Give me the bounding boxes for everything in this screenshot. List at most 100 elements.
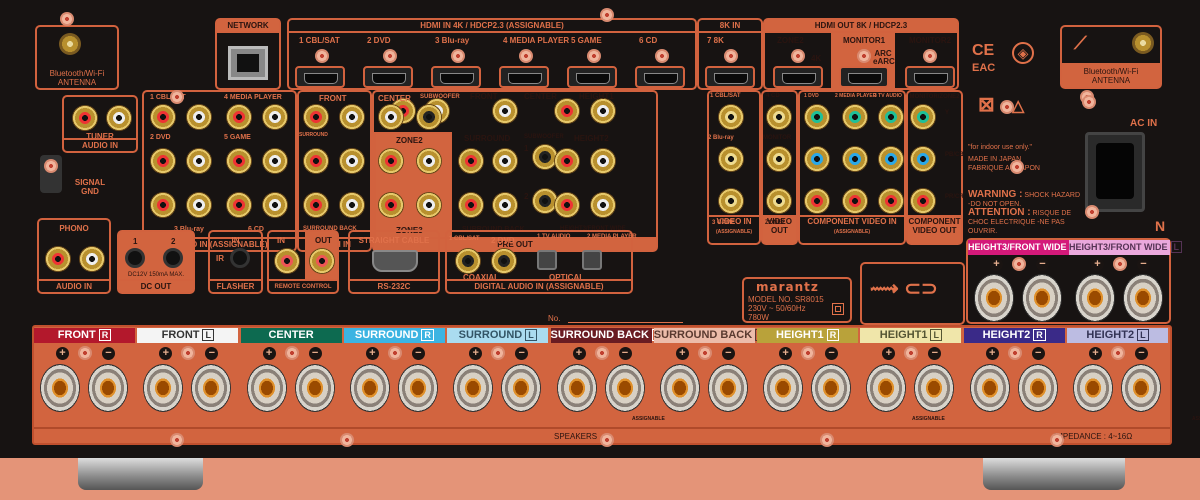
pre-out-jack[interactable] [492,148,518,174]
speaker-minus-terminal[interactable] [397,364,438,412]
component-out-jack[interactable] [910,104,936,130]
optical-2-port[interactable] [582,250,602,270]
audio-in-l-jack[interactable] [262,192,288,218]
component-out-jack[interactable] [910,146,936,172]
hdmi-out-port[interactable] [839,66,889,88]
audio-in-l-jack[interactable] [186,104,212,130]
speaker-plus-terminal[interactable] [974,274,1014,322]
component-out-jack[interactable] [910,188,936,214]
speaker-minus-terminal[interactable] [604,364,645,412]
speaker-plus-terminal[interactable] [453,364,494,412]
audio-in-l-jack[interactable] [262,104,288,130]
pre-out-jack[interactable] [458,148,484,174]
speaker-plus-terminal[interactable] [969,364,1010,412]
audio-in-r-jack[interactable] [150,148,176,174]
hdmi-in-port[interactable] [431,66,481,88]
phono-r-jack[interactable] [45,246,71,272]
hdmi-8k-port[interactable] [705,66,755,88]
hdmi-in-port[interactable] [295,66,345,88]
speaker-minus-terminal[interactable] [1121,364,1161,412]
hdmi-out-port[interactable] [773,66,823,88]
pre-out-jack[interactable] [458,192,484,218]
audio-in-l-jack[interactable] [186,148,212,174]
7-1ch-l-jack[interactable] [339,192,365,218]
remote-out-jack[interactable] [309,248,335,274]
coaxial-1-jack[interactable] [455,248,481,274]
speaker-plus-terminal[interactable] [556,364,597,412]
speaker-minus-terminal[interactable] [294,364,335,412]
pre-out-jack[interactable] [492,192,518,218]
component-in-jack[interactable] [804,188,830,214]
video-in-jack[interactable] [718,104,744,130]
tuner-l-jack[interactable] [106,105,132,131]
audio-in-r-jack[interactable] [226,192,252,218]
hdmi-out-port[interactable] [905,66,955,88]
video-out-jack[interactable] [766,104,792,130]
pre-out-jack[interactable] [590,192,616,218]
speaker-plus-terminal[interactable] [659,364,700,412]
rs232c-port[interactable] [372,250,418,272]
tuner-r-jack[interactable] [72,105,98,131]
component-in-jack[interactable] [804,146,830,172]
7-1ch-center-jack[interactable] [378,104,404,130]
speaker-plus-terminal[interactable] [1075,274,1115,322]
phono-l-jack[interactable] [79,246,105,272]
audio-in-r-jack[interactable] [226,104,252,130]
pre-out-jack[interactable] [378,192,404,218]
audio-in-r-jack[interactable] [150,104,176,130]
antenna-connector-icon[interactable] [1132,32,1154,54]
pre-out-jack[interactable] [416,192,442,218]
signal-gnd-terminal[interactable] [40,155,62,193]
speaker-minus-terminal[interactable] [1022,274,1062,322]
component-in-jack[interactable] [878,104,904,130]
audio-in-r-jack[interactable] [226,148,252,174]
speaker-minus-terminal[interactable] [707,364,748,412]
video-in-jack[interactable] [718,188,744,214]
audio-in-r-jack[interactable] [150,192,176,218]
speaker-plus-terminal[interactable] [246,364,287,412]
component-in-jack[interactable] [878,188,904,214]
speaker-minus-terminal[interactable] [501,364,542,412]
pre-out-jack[interactable] [554,148,580,174]
video-out-jack[interactable] [766,146,792,172]
remote-in-jack[interactable] [274,248,300,274]
speaker-minus-terminal[interactable] [1123,274,1163,322]
antenna-connector-icon[interactable] [59,33,81,55]
ethernet-port[interactable] [228,46,268,80]
video-in-jack[interactable] [718,146,744,172]
pre-out-jack[interactable] [590,98,616,124]
component-in-jack[interactable] [842,146,868,172]
pre-out-jack[interactable] [554,192,580,218]
component-in-jack[interactable] [842,188,868,214]
7-1ch-r-jack[interactable] [303,148,329,174]
audio-in-l-jack[interactable] [262,148,288,174]
7-1ch-subwoofer-jack[interactable] [416,104,442,130]
component-in-jack[interactable] [842,104,868,130]
coaxial-2-jack[interactable] [491,248,517,274]
speaker-plus-terminal[interactable] [763,364,804,412]
hdmi-in-port[interactable] [635,66,685,88]
speaker-plus-terminal[interactable] [40,364,80,412]
pre-out-jack[interactable] [378,148,404,174]
hdmi-in-port[interactable] [363,66,413,88]
hdmi-in-port[interactable] [567,66,617,88]
pre-out-jack[interactable] [590,148,616,174]
speaker-plus-terminal[interactable] [349,364,390,412]
component-in-jack[interactable] [804,104,830,130]
pre-out-jack[interactable] [554,98,580,124]
flasher-jack[interactable] [230,248,250,268]
dc-out-1-jack[interactable] [125,248,145,268]
audio-in-l-jack[interactable] [186,192,212,218]
hdmi-in-port[interactable] [499,66,549,88]
ac-power-inlet[interactable] [1085,132,1145,212]
speaker-minus-terminal[interactable] [811,364,852,412]
7-1ch-l-jack[interactable] [339,104,365,130]
7-1ch-r-jack[interactable] [303,192,329,218]
speaker-minus-terminal[interactable] [1017,364,1058,412]
dc-out-2-jack[interactable] [163,248,183,268]
pre-out-jack[interactable] [416,148,442,174]
video-out-jack[interactable] [766,188,792,214]
optical-1-port[interactable] [537,250,557,270]
speaker-minus-terminal[interactable] [88,364,128,412]
7-1ch-l-jack[interactable] [339,148,365,174]
